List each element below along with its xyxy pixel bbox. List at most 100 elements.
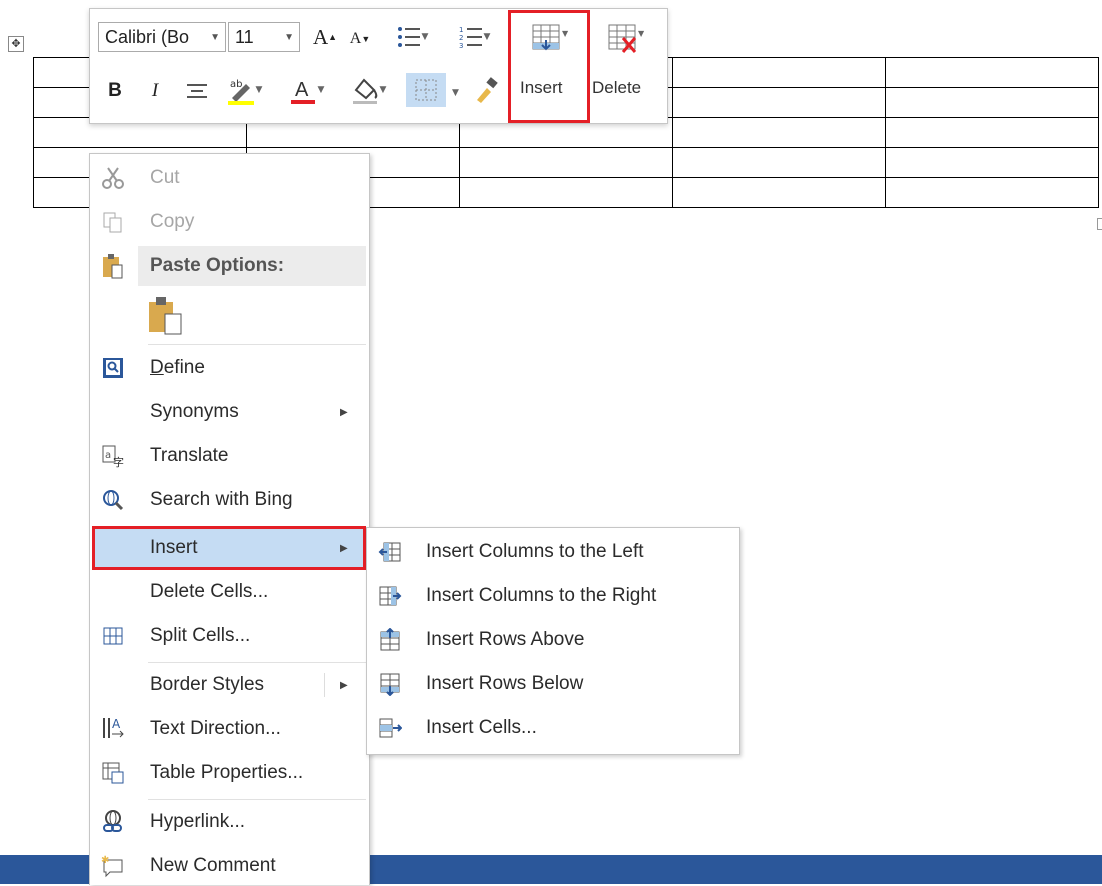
- menu-item-split-cells[interactable]: Split Cells...: [90, 616, 369, 656]
- paint-bucket-icon: [352, 78, 377, 104]
- chevron-down-icon: ▼: [317, 85, 325, 95]
- shading-button[interactable]: ▼: [344, 71, 392, 109]
- font-color-button[interactable]: A ▼: [282, 71, 330, 109]
- delete-table-icon: ▼: [608, 24, 645, 53]
- numbering-button[interactable]: 1 2 3 ▼: [450, 23, 498, 51]
- menu-item-synonyms[interactable]: Synonyms ▶: [90, 392, 369, 432]
- borders-button[interactable]: [406, 73, 446, 107]
- scissors-icon: [100, 165, 126, 191]
- borders-icon: [415, 79, 437, 101]
- italic-icon[interactable]: I: [144, 77, 166, 105]
- center-align-glyph: [187, 84, 207, 98]
- clipboard-icon: [100, 253, 126, 279]
- table-cell[interactable]: [672, 57, 886, 88]
- menu-item-text-direction[interactable]: A Text Direction...: [90, 709, 369, 749]
- mnemonic: D: [150, 357, 164, 378]
- insert-columns-right-icon: [377, 583, 403, 609]
- table-cell[interactable]: [885, 177, 1099, 208]
- submenu-arrow-icon: ▶: [340, 542, 348, 554]
- svg-text:2: 2: [459, 34, 463, 42]
- table-resize-handle[interactable]: [1097, 218, 1102, 230]
- chevron-down-icon: ▼: [255, 85, 263, 95]
- chevron-down-icon: ▼: [483, 32, 491, 42]
- chevron-down-icon: ▼: [379, 85, 387, 95]
- bullets-icon: [397, 27, 420, 47]
- menu-item-define[interactable]: Define: [90, 348, 369, 388]
- submenu-item-insert-rows-above[interactable]: Insert Rows Above: [367, 618, 739, 662]
- table-cell[interactable]: [672, 147, 886, 178]
- menu-item-label: Synonyms: [150, 401, 239, 422]
- chevron-down-icon[interactable]: ▼: [452, 88, 459, 98]
- submenu-item-label: Insert Columns to the Right: [426, 585, 657, 606]
- menu-item-label: Hyperlink...: [150, 811, 246, 832]
- menu-item-border-styles[interactable]: Border Styles ▶: [90, 665, 369, 705]
- define-book-icon: [100, 355, 126, 381]
- menu-item-label: Translate: [150, 445, 229, 466]
- center-align-icon[interactable]: [184, 77, 210, 105]
- menu-item-label: Delete Cells...: [150, 581, 269, 602]
- svg-text:A: A: [112, 717, 121, 731]
- insert-columns-left-icon: [377, 539, 403, 565]
- table-move-handle-icon[interactable]: ✥: [8, 36, 24, 52]
- menu-item-label: Cut: [150, 167, 180, 188]
- insert-label: Insert: [520, 78, 563, 97]
- insert-cells-icon: [377, 715, 403, 741]
- svg-text:字: 字: [113, 455, 124, 468]
- insert-submenu: Insert Columns to the Left Insert Column…: [366, 527, 740, 755]
- table-cell[interactable]: [672, 117, 886, 148]
- insert-rows-above-icon: [377, 627, 403, 653]
- submenu-item-insert-cells[interactable]: Insert Cells...: [367, 706, 739, 750]
- menu-item-label: Border Styles: [150, 674, 265, 695]
- highlighter-icon: ab: [227, 79, 254, 105]
- menu-item-copy[interactable]: Copy: [90, 202, 369, 242]
- menu-item-translate[interactable]: a字 Translate: [90, 436, 369, 476]
- svg-text:1: 1: [459, 26, 463, 34]
- table-cell[interactable]: [885, 117, 1099, 148]
- delete-label: Delete: [592, 78, 642, 97]
- menu-item-label-rest: efine: [163, 357, 205, 378]
- menu-item-cut[interactable]: Cut: [90, 158, 369, 198]
- bullets-button[interactable]: ▼: [388, 23, 436, 51]
- menu-item-label: Insert: [150, 537, 198, 558]
- submenu-item-label: Insert Columns to the Left: [426, 541, 644, 562]
- svg-text:▼: ▼: [638, 29, 645, 38]
- table-cell[interactable]: [459, 147, 673, 178]
- font-name-dropdown[interactable]: Calibri (Bo ▼: [98, 22, 226, 52]
- paste-keep-source-icon[interactable]: [146, 294, 186, 336]
- split-cells-icon: [100, 623, 126, 649]
- menu-item-new-comment[interactable]: ✱ New Comment: [90, 846, 369, 886]
- insert-table-button[interactable]: ▼: [520, 19, 580, 59]
- copy-icon: [100, 209, 126, 235]
- menu-item-hyperlink[interactable]: Hyperlink...: [90, 802, 369, 842]
- menu-separator: [148, 662, 366, 663]
- bold-icon[interactable]: B: [104, 77, 126, 105]
- font-size-dropdown[interactable]: 11 ▼: [228, 22, 300, 52]
- menu-separator: [148, 799, 366, 800]
- highlight-button[interactable]: ab ▼: [220, 71, 268, 109]
- table-cell[interactable]: [672, 177, 886, 208]
- menu-item-table-properties[interactable]: Table Properties...: [90, 753, 369, 793]
- format-painter-glyph: [477, 77, 498, 103]
- svg-text:3: 3: [459, 42, 463, 49]
- svg-text:A: A: [295, 79, 309, 101]
- table-cell[interactable]: [672, 87, 886, 118]
- font-color-icon: A: [290, 79, 315, 104]
- font-name-value: Calibri (Bo: [105, 26, 190, 47]
- delete-table-button[interactable]: ▼: [596, 19, 656, 59]
- grow-font-icon[interactable]: A ▲: [312, 23, 338, 51]
- submenu-item-insert-columns-right[interactable]: Insert Columns to the Right: [367, 574, 739, 618]
- text-direction-icon: A: [100, 716, 126, 742]
- table-cell[interactable]: [885, 87, 1099, 118]
- format-painter-icon[interactable]: [470, 73, 504, 107]
- menu-item-delete-cells[interactable]: Delete Cells...: [90, 572, 369, 612]
- menu-item-label: New Comment: [150, 855, 276, 876]
- menu-item-insert[interactable]: Insert ▶: [90, 528, 369, 568]
- table-cell[interactable]: [459, 177, 673, 208]
- submenu-item-insert-columns-left[interactable]: Insert Columns to the Left: [367, 530, 739, 574]
- table-cell[interactable]: [885, 147, 1099, 178]
- table-cell[interactable]: [885, 57, 1099, 88]
- menu-item-search-bing[interactable]: Search with Bing: [90, 480, 369, 520]
- submenu-arrow-icon: ▶: [340, 679, 348, 691]
- shrink-font-icon[interactable]: A ▼: [348, 25, 372, 53]
- submenu-item-insert-rows-below[interactable]: Insert Rows Below: [367, 662, 739, 706]
